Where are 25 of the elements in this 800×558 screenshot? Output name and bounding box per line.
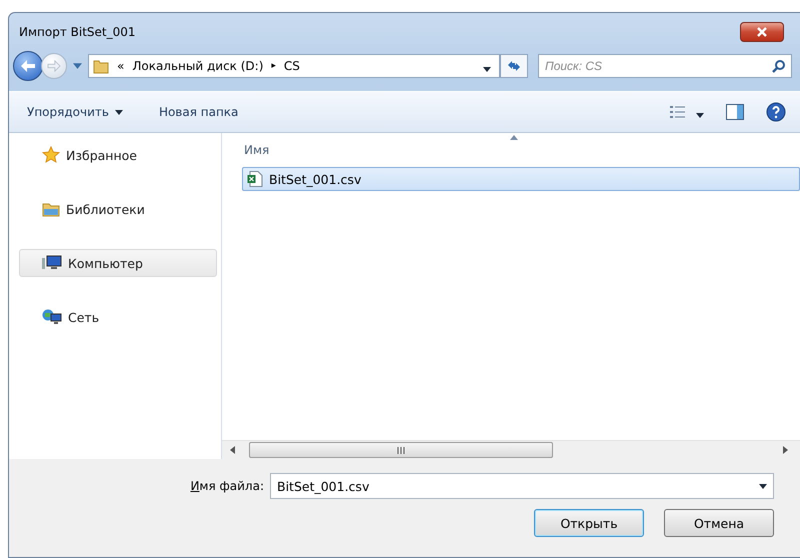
breadcrumb-separator[interactable]: ▸ [271,61,276,71]
address-bar[interactable]: « Локальный диск (D:) ▸ CS [88,54,500,78]
filename-value: BitSet_001.csv [277,478,370,494]
sidebar-label: Избранное [66,148,137,162]
open-button[interactable]: Открыть [534,509,644,537]
cancel-button[interactable]: Отмена [664,509,774,537]
breadcrumb[interactable]: Локальный диск (D:) [132,59,264,73]
file-name: BitSet_001.csv [269,172,362,186]
sidebar-label: Сеть [68,310,100,324]
filename-field[interactable]: BitSet_001.csv [270,473,774,499]
organize-menu[interactable]: Упорядочить [27,105,123,119]
search-field[interactable]: Поиск: CS [538,54,792,78]
file-row[interactable]: BitSet_001.csv [242,167,800,191]
filename-label: Имя файла: [190,479,264,493]
window-title: Импорт BitSet_001 [19,25,136,39]
sidebar-label: Библиотеки [66,202,145,216]
breadcrumb[interactable]: CS [284,59,300,73]
column-header[interactable]: Имя [244,143,270,157]
sidebar-label: Компьютер [68,256,143,270]
sidebar-item[interactable]: Избранное [19,141,217,169]
overflow-chevron[interactable]: « [117,59,124,73]
sidebar-item[interactable]: Компьютер [19,249,217,277]
new-folder-button[interactable]: Новая папка [158,105,238,119]
sidebar-item[interactable]: Сеть [19,303,217,331]
sidebar-item[interactable]: Библиотеки [19,195,217,223]
